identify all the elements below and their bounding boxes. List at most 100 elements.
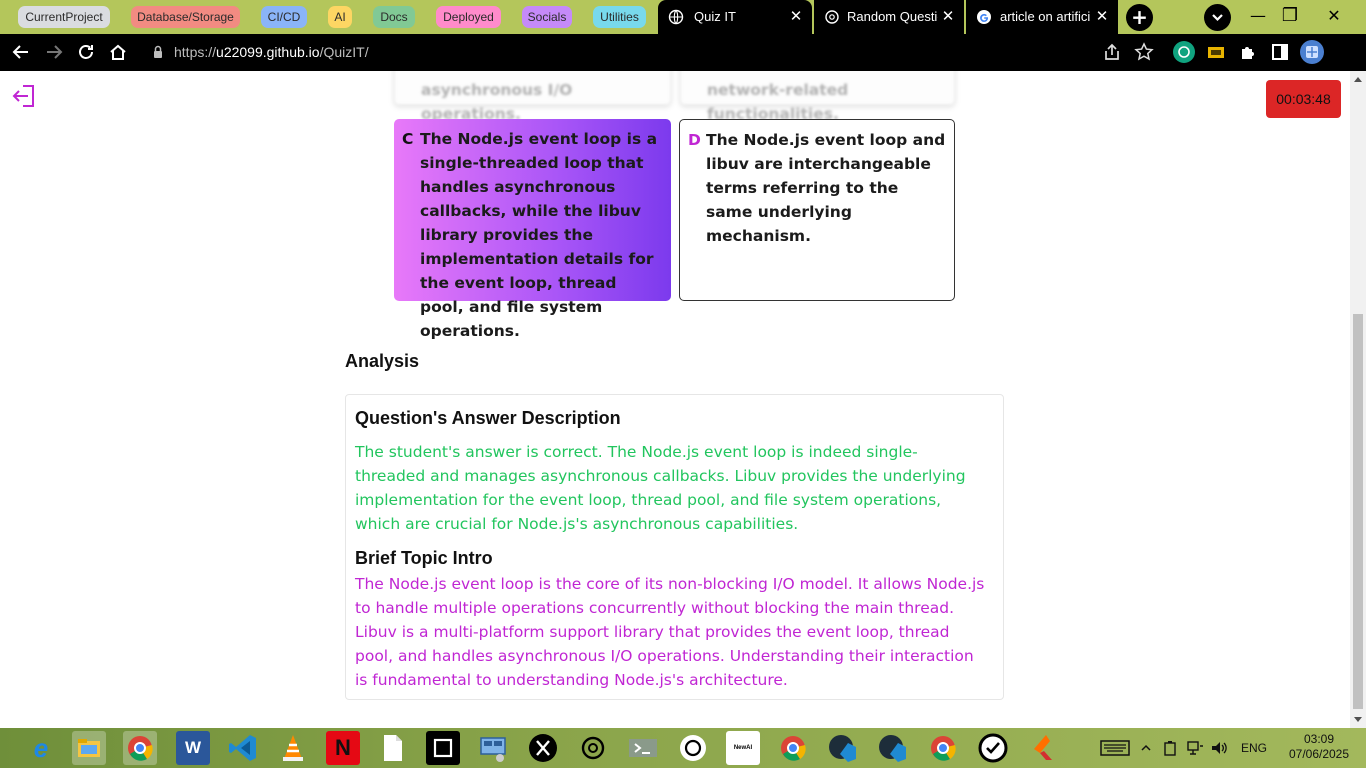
back-arrow-icon[interactable]: [11, 42, 31, 62]
x-logo-icon: [529, 734, 557, 762]
maximize-button[interactable]: ❐: [1270, 0, 1310, 34]
document-icon: [384, 735, 402, 761]
forward-arrow-icon[interactable]: [44, 42, 64, 62]
internet-explorer-icon[interactable]: e: [24, 731, 58, 765]
chrome-logo-icon: [931, 736, 956, 761]
chrome-icon-3[interactable]: [926, 731, 960, 765]
option-d-card[interactable]: D The Node.js event loop and libuv are i…: [679, 119, 955, 301]
newai-icon[interactable]: NewAI: [726, 731, 760, 765]
option-letter: D: [688, 131, 701, 149]
scroll-down-arrow-icon[interactable]: [1354, 717, 1362, 722]
square-outline-icon: [433, 738, 453, 758]
tab-group-ai[interactable]: AI: [328, 6, 352, 28]
flutter-icon[interactable]: [1026, 731, 1060, 765]
openai-knot-icon: [581, 736, 605, 760]
scrollbar-thumb[interactable]: [1353, 314, 1363, 709]
tab-quiz-it[interactable]: Quiz IT ✕: [658, 0, 812, 34]
chatgpt-icon[interactable]: [576, 731, 610, 765]
option-a-card[interactable]: asynchronous I/O operations.: [394, 71, 671, 123]
tray-chevron-up-icon[interactable]: [1141, 743, 1151, 753]
vscode-logo-icon: [229, 735, 256, 761]
github-icon: [829, 735, 856, 762]
vlc-icon[interactable]: [276, 731, 310, 765]
square-app-icon[interactable]: [426, 731, 460, 765]
puzzle-extensions-icon[interactable]: [1238, 42, 1258, 62]
github-vscode-icon[interactable]: [826, 731, 860, 765]
lock-icon[interactable]: [153, 45, 163, 59]
browser-tab-strip: CurrentProject Database/Storage CI/CD AI…: [0, 0, 1366, 34]
tab-group-socials[interactable]: Socials: [522, 6, 572, 28]
url-host: u22099.github.io: [216, 44, 320, 60]
side-panel-icon[interactable]: [1270, 42, 1290, 62]
tab-title: article on artifici: [1000, 9, 1091, 24]
vscode-icon[interactable]: [226, 731, 260, 765]
chrome-logo-icon: [781, 736, 806, 761]
terminal-icon[interactable]: [626, 731, 660, 765]
google-icon: [977, 10, 991, 24]
tab-close-icon[interactable]: ✕: [788, 0, 804, 34]
tab-close-icon[interactable]: ✕: [940, 0, 956, 34]
netflix-icon[interactable]: N: [326, 731, 360, 765]
tab-group-cicd[interactable]: CI/CD: [261, 6, 307, 28]
tab-group-utilities[interactable]: Utilities: [593, 6, 646, 28]
share-icon[interactable]: [1102, 42, 1122, 62]
clock-time: 03:09: [1303, 732, 1335, 746]
tab-group-deployed[interactable]: Deployed: [436, 6, 501, 28]
globe-icon: [668, 9, 684, 25]
option-text: The Node.js event loop and libuv are int…: [706, 131, 946, 245]
bookmark-star-icon[interactable]: [1134, 42, 1154, 62]
address-bar[interactable]: https://u22099.github.io/QuizIT/: [174, 34, 369, 71]
tab-title: Quiz IT: [694, 9, 736, 24]
close-window-button[interactable]: ✕: [1314, 0, 1354, 34]
network-icon[interactable]: [1186, 740, 1204, 756]
flame-icon: [1034, 735, 1052, 760]
page-scrollbar[interactable]: [1350, 71, 1366, 728]
github-vscode-icon-2[interactable]: [876, 731, 910, 765]
network-app-icon[interactable]: [476, 731, 510, 765]
new-tab-button[interactable]: +: [1126, 4, 1153, 31]
notepad-icon[interactable]: [376, 731, 410, 765]
chrome-logo-icon: [128, 736, 153, 761]
tab-title: Random Questio: [847, 9, 938, 24]
system-clock[interactable]: 03:09 07/06/2025: [1288, 732, 1350, 762]
topic-intro-title: Brief Topic Intro: [355, 548, 493, 568]
battery-icon[interactable]: [1162, 740, 1178, 756]
folder-icon: [78, 739, 100, 757]
monitor-network-icon: [480, 737, 506, 762]
word-icon[interactable]: W: [176, 731, 210, 765]
vlc-cone-icon: [283, 735, 303, 761]
x-icon[interactable]: [526, 731, 560, 765]
option-c-card-selected[interactable]: C The Node.js event loop is a single-thr…: [394, 119, 671, 340]
reload-icon[interactable]: [76, 42, 96, 62]
openai-icon[interactable]: [676, 731, 710, 765]
language-indicator[interactable]: ENG: [1241, 728, 1267, 768]
home-icon[interactable]: [108, 42, 128, 62]
option-letter: C: [402, 130, 414, 148]
chatgpt-extension-icon[interactable]: [1173, 41, 1195, 63]
tab-article[interactable]: article on artifici ✕: [966, 0, 1118, 34]
scroll-up-arrow-icon[interactable]: [1354, 77, 1362, 82]
url-scheme: https://: [174, 44, 217, 60]
tab-group-currentproject[interactable]: CurrentProject: [18, 6, 110, 28]
keyboard-icon[interactable]: [1100, 740, 1130, 756]
windows-taskbar: e W N NewAI ENG 03:09 07/06/2025: [0, 728, 1366, 768]
topic-intro-text: The Node.js event loop is the core of it…: [355, 575, 985, 689]
tab-group-database-storage[interactable]: Database/Storage: [131, 6, 240, 28]
quiz-timer: 00:03:48: [1266, 80, 1341, 118]
folder-extension-icon[interactable]: [1206, 42, 1226, 62]
exit-icon[interactable]: [11, 83, 37, 109]
option-b-card[interactable]: network-related functionalities.: [680, 71, 955, 123]
browser-toolbar: https://u22099.github.io/QuizIT/: [0, 34, 1366, 71]
chrome-icon-2[interactable]: [776, 731, 810, 765]
file-explorer-icon[interactable]: [72, 731, 106, 765]
profile-avatar[interactable]: [1300, 40, 1324, 64]
chrome-icon[interactable]: [123, 731, 157, 765]
tab-group-docs[interactable]: Docs: [373, 6, 415, 28]
tab-random-question[interactable]: Random Questio ✕: [814, 0, 964, 34]
check-circle-icon: [978, 733, 1008, 763]
volume-icon[interactable]: [1210, 740, 1228, 756]
answer-description-text: The student's answer is correct. The Nod…: [355, 443, 966, 533]
tab-search-button[interactable]: [1204, 4, 1231, 31]
checkmark-app-icon[interactable]: [976, 731, 1010, 765]
tab-close-icon[interactable]: ✕: [1094, 0, 1110, 34]
